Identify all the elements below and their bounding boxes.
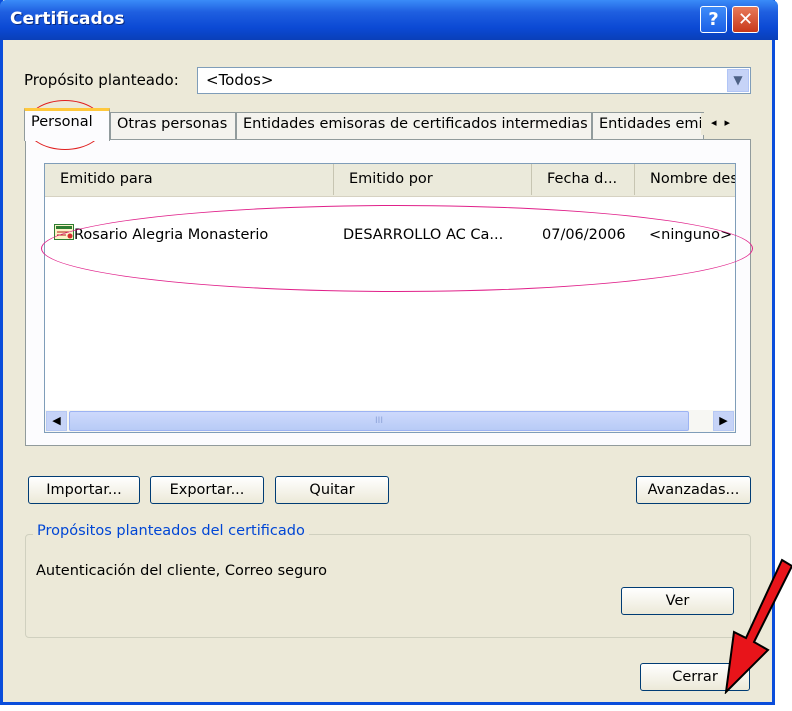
view-button[interactable]: Ver bbox=[621, 587, 734, 615]
tab-personal[interactable]: Personal bbox=[24, 108, 110, 141]
tab-scroll-arrows[interactable]: ◂▸ bbox=[701, 113, 749, 135]
horizontal-scrollbar[interactable]: ◀ III ▶ bbox=[45, 410, 735, 432]
list-header: Emitido para Emitido por Fecha d... Nomb… bbox=[45, 164, 735, 197]
certificate-list[interactable]: Emitido para Emitido por Fecha d... Nomb… bbox=[44, 163, 736, 433]
column-header-friendly-name[interactable]: Nombre des bbox=[635, 164, 735, 195]
tab-label: Otras personas bbox=[117, 116, 228, 132]
certificate-purposes-text: Autenticación del cliente, Correo seguro bbox=[36, 563, 328, 579]
title-bar[interactable]: Certificados ? ✕ bbox=[0, 0, 778, 40]
annotation-arrow-icon bbox=[724, 558, 792, 694]
tab-intermediate-cas[interactable]: Entidades emisoras de certificados inter… bbox=[236, 112, 592, 139]
column-header-issued-to[interactable]: Emitido para bbox=[45, 164, 334, 195]
import-button[interactable]: Importar... bbox=[28, 476, 140, 504]
tab-root-cas[interactable]: Entidades emi bbox=[592, 112, 704, 139]
close-icon[interactable]: ✕ bbox=[732, 6, 759, 33]
chevron-down-icon[interactable]: ▼ bbox=[727, 69, 749, 92]
purpose-select-value: <Todos> bbox=[206, 71, 274, 89]
column-header-date[interactable]: Fecha d... bbox=[532, 164, 635, 195]
tab-scroll-right-icon[interactable]: ▸ bbox=[725, 116, 739, 129]
window-title: Certificados bbox=[10, 9, 125, 29]
remove-button[interactable]: Quitar bbox=[275, 476, 389, 504]
tab-label: Entidades emi bbox=[599, 116, 703, 132]
purpose-select[interactable]: <Todos> ▼ bbox=[197, 67, 751, 94]
scroll-left-icon[interactable]: ◀ bbox=[46, 411, 67, 431]
purpose-label: Propósito planteado: bbox=[24, 71, 179, 89]
certificate-purposes-group bbox=[25, 534, 751, 638]
column-header-issued-by[interactable]: Emitido por bbox=[334, 164, 532, 195]
certificate-purposes-title: Propósitos planteados del certificado bbox=[33, 523, 309, 539]
tab-scroll-left-icon[interactable]: ◂ bbox=[711, 116, 725, 129]
advanced-button[interactable]: Avanzadas... bbox=[636, 476, 751, 504]
tab-label: Entidades emisoras de certificados inter… bbox=[243, 116, 588, 132]
row-highlight-ellipse bbox=[41, 205, 753, 292]
export-button[interactable]: Exportar... bbox=[150, 476, 264, 504]
tab-label: Personal bbox=[31, 114, 93, 130]
scroll-right-icon[interactable]: ▶ bbox=[713, 411, 734, 431]
help-icon[interactable]: ? bbox=[700, 6, 727, 33]
scrollbar-thumb[interactable]: III bbox=[69, 411, 689, 431]
tab-other-people[interactable]: Otras personas bbox=[110, 112, 236, 139]
